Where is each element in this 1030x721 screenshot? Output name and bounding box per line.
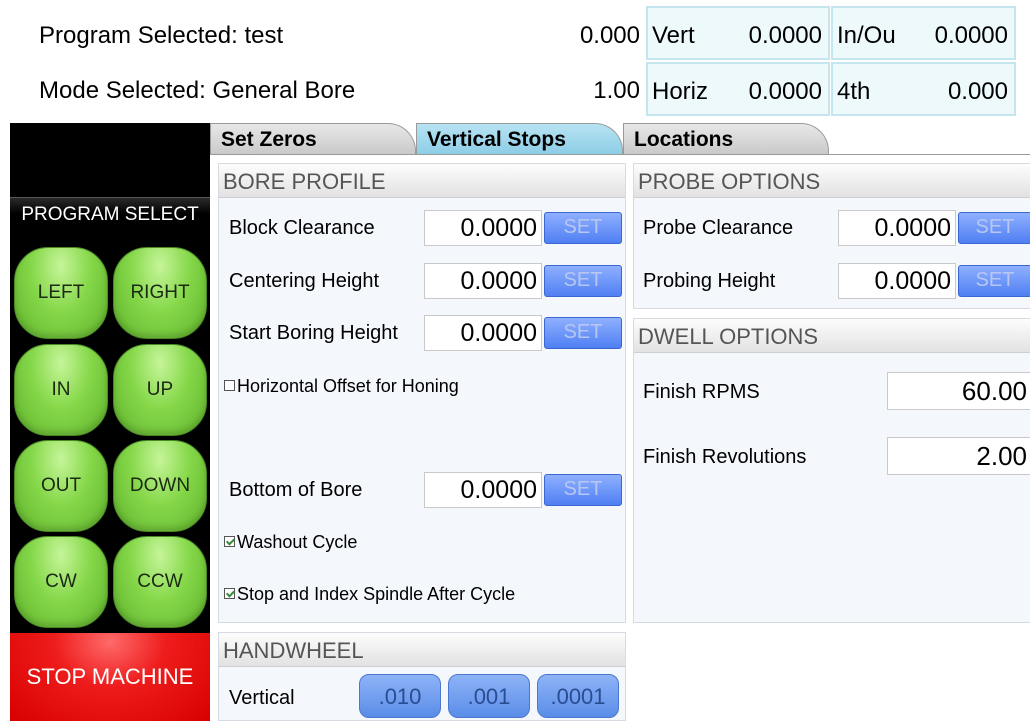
handwheel-title: HANDWHEEL (219, 633, 625, 667)
jog-up-button[interactable]: UP (113, 344, 207, 436)
probing-height-label: Probing Height (643, 270, 776, 292)
stop-index-spindle-label: Stop and Index Spindle After Cycle (237, 584, 516, 604)
horizontal-offset-checkbox[interactable]: Horizontal Offset for Honing (224, 376, 459, 397)
block-clearance-set-button[interactable]: SET (544, 212, 622, 244)
dwell-options-title: DWELL OPTIONS (634, 319, 1030, 353)
program-selected-label: Program Selected: (39, 22, 238, 49)
probing-height-input[interactable]: 0.0000 (838, 263, 956, 299)
bottom-of-bore-label: Bottom of Bore (229, 479, 363, 501)
block-clearance-label: Block Clearance (229, 217, 375, 239)
jog-in-button[interactable]: IN (14, 344, 108, 436)
axis-horiz-readout: Horiz 0.0000 (646, 62, 830, 116)
centering-height-set-button[interactable]: SET (544, 265, 622, 297)
probe-clearance-label: Probe Clearance (643, 217, 794, 239)
horizontal-offset-label: Horizontal Offset for Honing (237, 376, 459, 396)
axis-inout-readout: In/Ou 0.0000 (831, 6, 1016, 60)
jog-left-button[interactable]: LEFT (14, 247, 108, 339)
stop-machine-button[interactable]: STOP MACHINE (10, 633, 210, 721)
start-boring-height-set-button[interactable]: SET (544, 317, 622, 349)
finish-rpms-input[interactable]: 60.00 (887, 372, 1030, 410)
jog-down-button[interactable]: DOWN (113, 440, 207, 532)
status-value-1: 0.000 (579, 22, 640, 49)
axis-name: Horiz (652, 78, 709, 105)
bottom-of-bore-input[interactable]: 0.0000 (424, 472, 542, 508)
centering-height-label: Centering Height (229, 270, 380, 292)
probe-clearance-set-button[interactable]: SET (958, 212, 1030, 244)
jog-ccw-button[interactable]: CCW (113, 536, 207, 628)
start-boring-height-label: Start Boring Height (229, 322, 398, 344)
checkbox-unchecked-icon (224, 380, 235, 391)
handwheel-001-button[interactable]: .001 (448, 674, 530, 718)
tab-divider (210, 154, 1030, 155)
tab-locations[interactable]: Locations (623, 123, 829, 155)
mode-selected-label: Mode Selected: (39, 77, 206, 104)
bottom-of-bore-set-button[interactable]: SET (544, 474, 622, 506)
probe-options-panel: PROBE OPTIONS Probe Clearance 0.0000 SET… (633, 163, 1030, 309)
axis-vert-readout: Vert 0.0000 (646, 6, 830, 60)
axis-name: Vert (652, 22, 695, 49)
program-selected-value: test (244, 22, 284, 49)
checkbox-checked-icon (224, 588, 235, 599)
program-selected-text: Program Selected: test (39, 22, 283, 50)
jog-control-panel: PROGRAM SELECT LEFT RIGHT IN UP OUT DOWN… (10, 123, 210, 633)
jog-right-button[interactable]: RIGHT (113, 247, 207, 339)
axis-value: 0.000 (947, 78, 1008, 105)
probe-clearance-input[interactable]: 0.0000 (838, 210, 956, 246)
finish-rpms-label: Finish RPMS (643, 381, 760, 403)
probing-height-set-button[interactable]: SET (958, 265, 1030, 297)
program-select-button[interactable]: PROGRAM SELECT (10, 197, 210, 227)
handwheel-010-button[interactable]: .010 (359, 674, 441, 718)
checkbox-checked-icon (224, 536, 235, 547)
finish-revolutions-input[interactable]: 2.00 (887, 437, 1030, 475)
tab-vertical-stops[interactable]: Vertical Stops (416, 123, 623, 155)
bore-profile-panel: BORE PROFILE Block Clearance 0.0000 SET … (218, 163, 626, 623)
dwell-options-panel: DWELL OPTIONS Finish RPMS 60.00 Finish R… (633, 318, 1030, 623)
jog-cw-button[interactable]: CW (14, 536, 108, 628)
jog-out-button[interactable]: OUT (14, 440, 108, 532)
washout-cycle-label: Washout Cycle (237, 532, 358, 552)
handwheel-panel: HANDWHEEL Vertical .010 .001 .0001 (218, 632, 626, 721)
axis-value: 0.0000 (934, 22, 1008, 49)
handwheel-0001-button[interactable]: .0001 (537, 674, 619, 718)
handwheel-axis-label: Vertical (229, 687, 295, 709)
axis-name: In/Ou (837, 22, 896, 49)
centering-height-input[interactable]: 0.0000 (424, 263, 542, 299)
block-clearance-input[interactable]: 0.0000 (424, 210, 542, 246)
status-value-2: 1.00 (593, 77, 640, 104)
axis-4th-readout: 4th 0.000 (831, 62, 1016, 116)
bore-profile-title: BORE PROFILE (219, 164, 625, 198)
washout-cycle-checkbox[interactable]: Washout Cycle (224, 532, 357, 553)
axis-name: 4th (837, 78, 871, 105)
tab-set-zeros[interactable]: Set Zeros (210, 123, 416, 155)
probe-options-title: PROBE OPTIONS (634, 164, 1030, 198)
axis-value: 0.0000 (748, 22, 822, 49)
stop-index-spindle-checkbox[interactable]: Stop and Index Spindle After Cycle (224, 584, 515, 605)
finish-revolutions-label: Finish Revolutions (643, 446, 807, 468)
axis-value: 0.0000 (748, 78, 822, 105)
start-boring-height-input[interactable]: 0.0000 (424, 315, 542, 351)
mode-selected-text: Mode Selected: General Bore (39, 77, 355, 105)
program-select-label: PROGRAM SELECT (21, 204, 199, 225)
mode-selected-value: General Bore (212, 77, 356, 104)
